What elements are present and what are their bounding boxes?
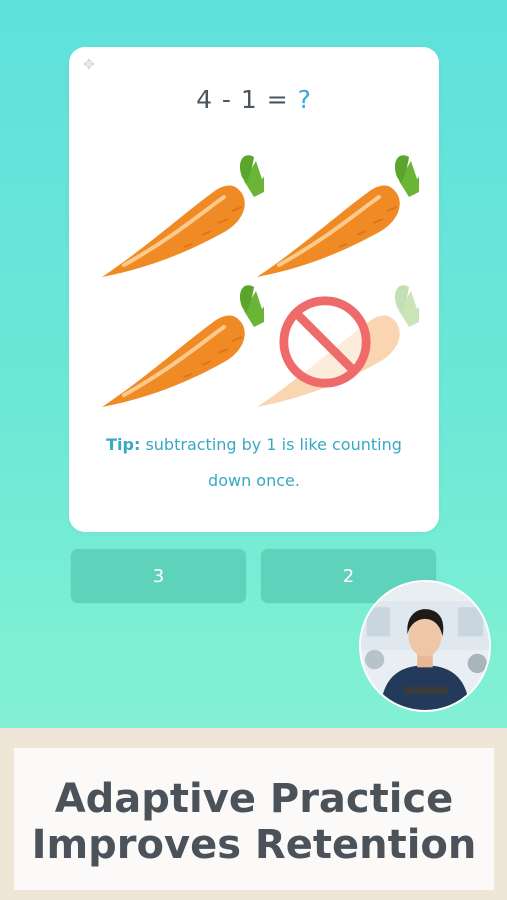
tip-text: Tip: subtracting by 1 is like counting d… [95, 427, 413, 499]
carrot-icon [94, 269, 264, 409]
tip-label: Tip: [106, 435, 141, 454]
caption-line-2: Improves Retention [31, 822, 477, 868]
caption-panel: Adaptive Practice Improves Retention [14, 748, 494, 890]
equation-unknown: ? [297, 85, 312, 114]
drag-handle-icon[interactable]: ✥ [81, 57, 97, 73]
caption-text: Adaptive Practice Improves Retention [14, 776, 494, 868]
no-sign-icon [276, 293, 374, 391]
caption-banner: Adaptive Practice Improves Retention [0, 728, 507, 900]
answer-button-3[interactable]: 3 [70, 548, 247, 604]
caption-line-1: Adaptive Practice [54, 776, 454, 822]
question-card: ✥ 4 - 1 = ? Tip: subtracting by 1 is lik… [69, 47, 439, 532]
tip-body: subtracting by 1 is like counting down o… [145, 435, 402, 490]
presenter-avatar [359, 580, 491, 712]
equation-expression: 4 - 1 = [196, 85, 289, 114]
carrot-icon [249, 139, 419, 279]
carrot-icon [94, 139, 264, 279]
equation: 4 - 1 = ? [69, 85, 439, 114]
